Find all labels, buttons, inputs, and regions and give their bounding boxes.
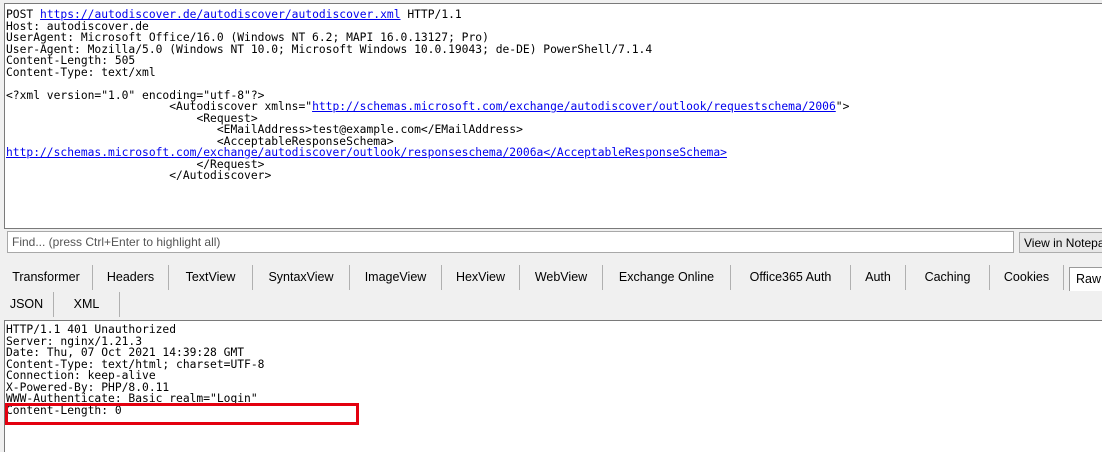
tab-caching[interactable]: Caching	[906, 265, 990, 290]
xml-namespace-link[interactable]: http://schemas.microsoft.com/exchange/au…	[312, 100, 836, 113]
tab-office365-auth[interactable]: Office365 Auth	[731, 265, 851, 290]
response-raw-view[interactable]: HTTP/1.1 401 Unauthorized Server: nginx/…	[4, 320, 1102, 452]
xml-autodiscover-open-end: ">	[835, 100, 850, 113]
response-inspector-tabs: Transformer Headers TextView SyntaxView …	[0, 265, 1102, 291]
tab-headers[interactable]: Headers	[93, 265, 169, 290]
response-sub-tabs: JSON XML	[0, 292, 200, 317]
tab-cookies[interactable]: Cookies	[990, 265, 1064, 290]
tab-syntaxview[interactable]: SyntaxView	[253, 265, 350, 290]
tab-xml[interactable]: XML	[54, 292, 120, 317]
find-input[interactable]: Find... (press Ctrl+Enter to highlight a…	[7, 231, 1014, 253]
find-bar: Find... (press Ctrl+Enter to highlight a…	[4, 231, 1102, 255]
request-text: POST https://autodiscover.de/autodiscove…	[6, 9, 849, 182]
tab-auth[interactable]: Auth	[851, 265, 906, 290]
xml-email-close: </EMailAddress>	[420, 123, 523, 136]
view-in-notepad-button[interactable]: View in Notepad	[1019, 232, 1102, 253]
tab-transformer[interactable]: Transformer	[0, 265, 93, 290]
tab-raw[interactable]: Raw	[1069, 267, 1102, 291]
request-raw-view[interactable]: POST https://autodiscover.de/autodiscove…	[4, 3, 1102, 229]
header-line: Content-Type: text/xml	[6, 65, 156, 79]
tab-json[interactable]: JSON	[0, 292, 54, 317]
red-highlight-box	[5, 403, 359, 425]
tab-textview[interactable]: TextView	[169, 265, 253, 290]
tab-hexview[interactable]: HexView	[442, 265, 520, 290]
tab-exchange-online[interactable]: Exchange Online	[603, 265, 731, 290]
xml-ars-close: </AcceptableResponseSchema>	[543, 146, 727, 159]
tab-webview[interactable]: WebView	[520, 265, 603, 290]
tab-imageview[interactable]: ImageView	[350, 265, 442, 290]
xml-ars-value: http://schemas.microsoft.com/exchange/au…	[6, 146, 544, 159]
xml-ars-link[interactable]: http://schemas.microsoft.com/exchange/au…	[6, 146, 727, 159]
request-protocol: HTTP/1.1	[407, 8, 462, 21]
xml-autodiscover-close: </Autodiscover>	[169, 169, 272, 182]
